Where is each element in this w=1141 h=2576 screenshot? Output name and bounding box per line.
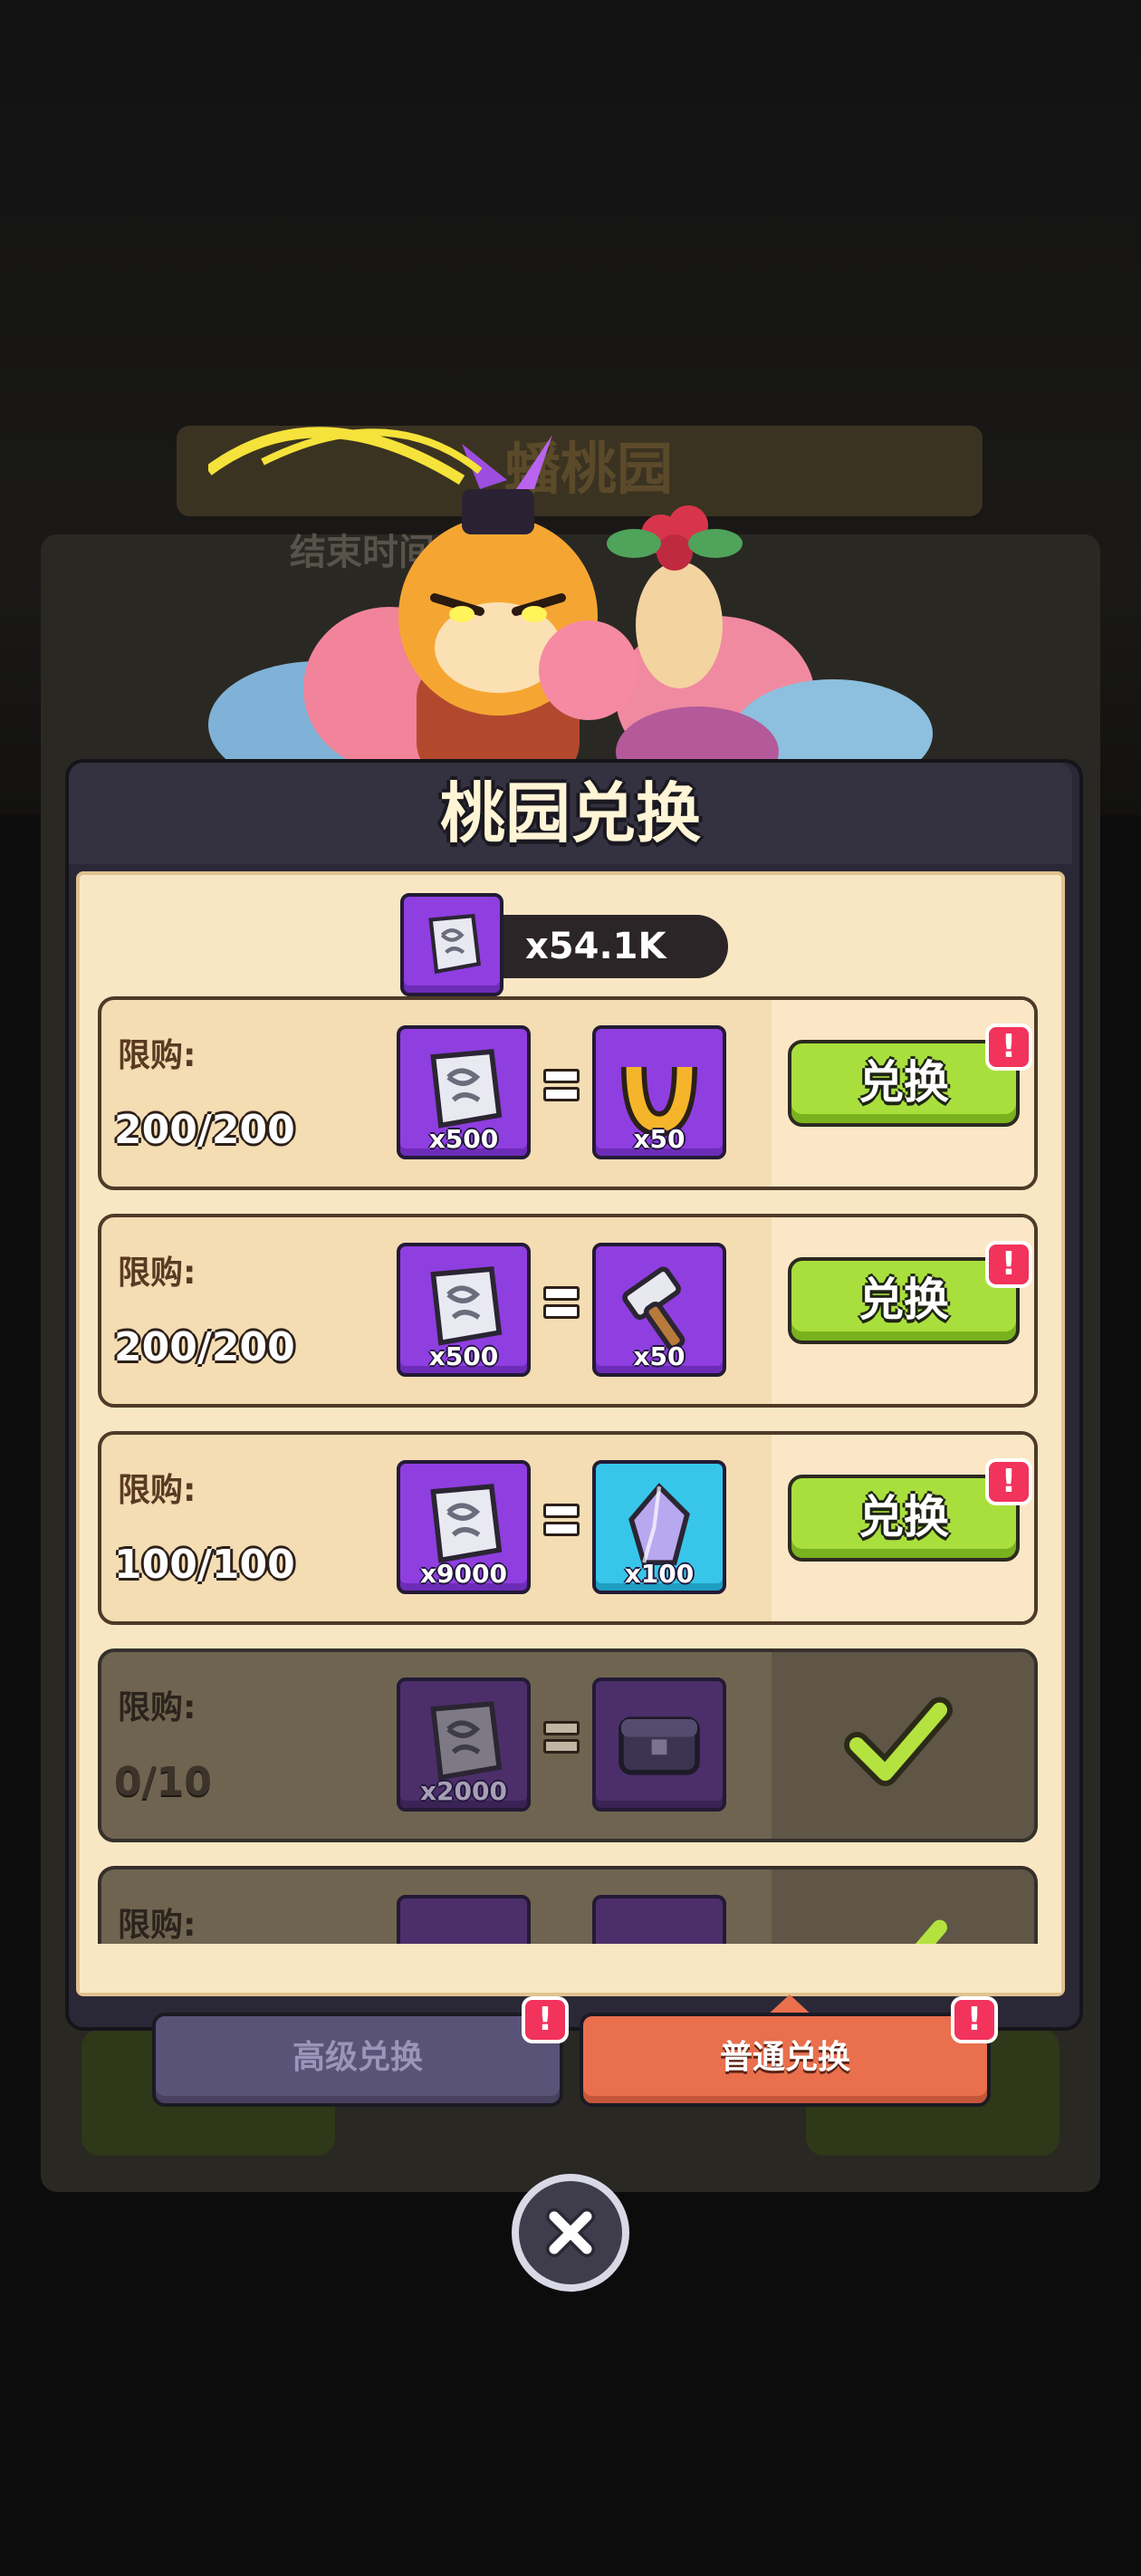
exchange-row: 限购: 200/200 x500 x50 兑换 ! bbox=[98, 1214, 1038, 1408]
horseshoe-icon: x50 bbox=[592, 1025, 726, 1159]
close-button[interactable] bbox=[512, 2174, 629, 2292]
limit-label: 限购: bbox=[118, 1254, 197, 1292]
cost-quantity: x9000 bbox=[420, 1559, 507, 1589]
exchange-row: 限购: 0/10 x2000 bbox=[98, 1648, 1038, 1842]
alert-badge: ! bbox=[985, 1241, 1032, 1288]
equals-sign bbox=[543, 1067, 580, 1103]
equals-sign bbox=[543, 1284, 580, 1321]
checkmark-icon bbox=[915, 1919, 947, 1944]
cost-quantity: x2000 bbox=[420, 1776, 507, 1806]
reward-quantity: x50 bbox=[633, 1124, 686, 1154]
scroll-token-icon: x9000 bbox=[397, 1460, 531, 1594]
alert-badge: ! bbox=[985, 1024, 1032, 1071]
limit-label: 限购: bbox=[118, 1689, 197, 1726]
scroll-token-icon bbox=[400, 893, 503, 996]
tab-advanced-exchange[interactable]: 高级兑换 bbox=[152, 2013, 563, 2107]
hammer-icon: x50 bbox=[592, 1243, 726, 1377]
limit-count: 200/200 bbox=[114, 1324, 295, 1370]
scroll-token-icon: x500 bbox=[397, 1025, 531, 1159]
reward-item-icon bbox=[592, 1895, 726, 1944]
limit-label: 限购: bbox=[118, 1037, 197, 1074]
tab-normal-exchange[interactable]: 普通兑换 bbox=[580, 2013, 991, 2107]
alert-badge: ! bbox=[951, 1996, 998, 2043]
limit-label: 限购: bbox=[118, 1472, 197, 1509]
cost-quantity: x500 bbox=[428, 1124, 499, 1154]
limit-label: 限购: bbox=[118, 1907, 197, 1944]
equals-sign bbox=[543, 1719, 580, 1755]
close-icon bbox=[546, 2208, 595, 2257]
reward-quantity: x50 bbox=[633, 1341, 686, 1371]
scroll-token-icon: x500 bbox=[397, 1243, 531, 1377]
modal-title: 桃园兑换 bbox=[439, 775, 701, 851]
limit-count: 100/100 bbox=[114, 1542, 295, 1588]
exchange-row: 限购: bbox=[98, 1866, 1038, 1944]
crystal-icon: x100 bbox=[592, 1460, 726, 1594]
scroll-token-icon: x2000 bbox=[397, 1677, 531, 1812]
exchange-row: 限购: 200/200 x500 x50 兑换 ! bbox=[98, 996, 1038, 1190]
currency-amount: x54.1K bbox=[525, 926, 666, 967]
equals-sign bbox=[543, 1502, 580, 1538]
limit-count: 0/10 bbox=[114, 1759, 212, 1805]
alert-badge: ! bbox=[522, 1996, 569, 2043]
scroll-token-icon bbox=[397, 1895, 531, 1944]
checkmark-icon bbox=[844, 1697, 953, 1786]
chest-icon bbox=[592, 1677, 726, 1812]
list-footer bbox=[80, 1944, 1061, 1993]
limit-count: 200/200 bbox=[114, 1107, 295, 1153]
reward-quantity: x100 bbox=[624, 1559, 695, 1589]
cost-quantity: x500 bbox=[428, 1341, 499, 1371]
monkey-king-character bbox=[208, 427, 933, 779]
exchange-row: 限购: 100/100 x9000 x100 兑换 ! bbox=[98, 1431, 1038, 1625]
alert-badge: ! bbox=[985, 1458, 1032, 1505]
